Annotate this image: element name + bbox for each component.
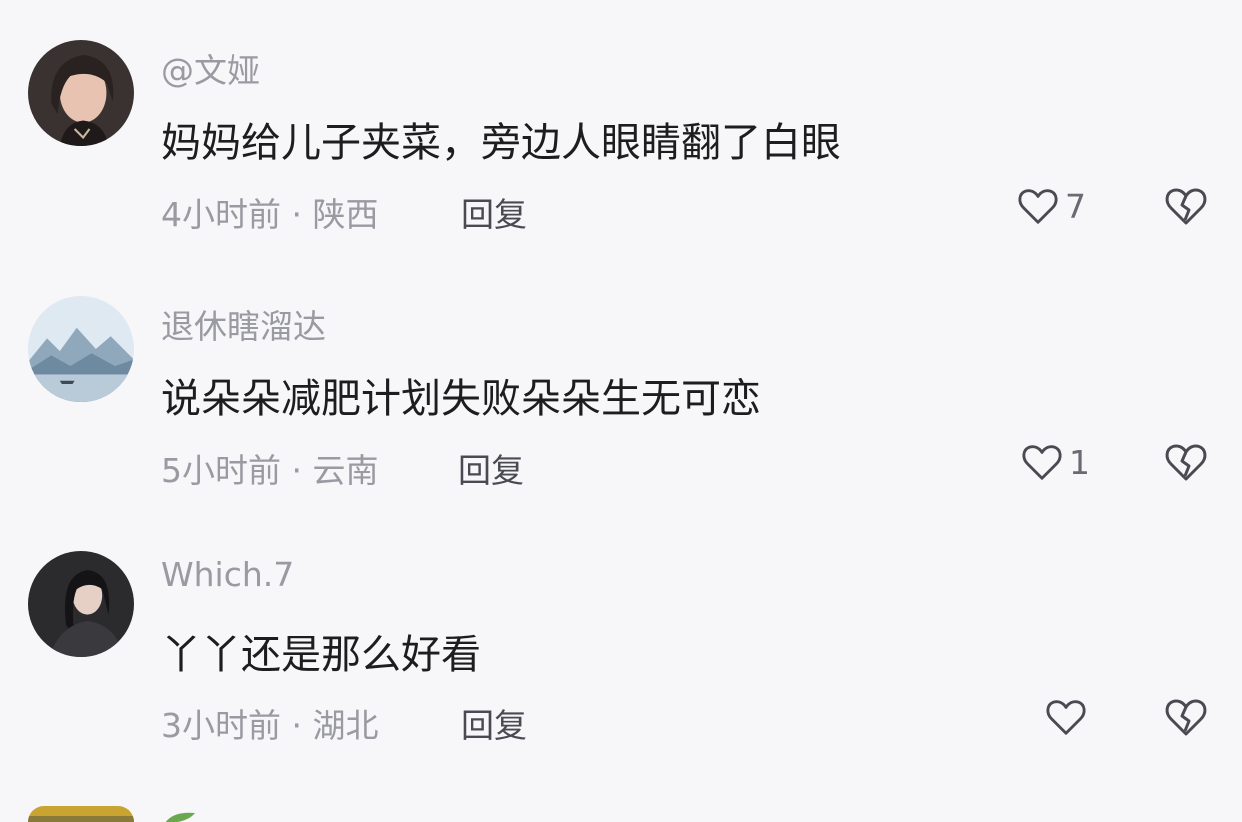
- comment-username[interactable]: @文娅: [161, 44, 260, 92]
- like-button[interactable]: 7: [1015, 183, 1086, 229]
- heart-outline-icon: [1022, 445, 1062, 480]
- meta-separator: ·: [291, 451, 303, 490]
- reply-button[interactable]: 回复: [461, 188, 527, 236]
- comment-location: 湖北: [312, 706, 379, 745]
- comment-username[interactable]: Which.7: [161, 555, 294, 594]
- avatar-image: [28, 551, 134, 657]
- comment-text: 丫丫还是那么好看: [161, 632, 481, 678]
- reply-button[interactable]: 回复: [458, 444, 524, 492]
- avatar[interactable]: [28, 40, 134, 146]
- avatar[interactable]: [28, 551, 134, 657]
- like-count: 7: [1065, 186, 1086, 226]
- broken-heart-icon: [1165, 699, 1207, 736]
- comment-username[interactable]: 退休瞎溜达: [161, 300, 326, 348]
- like-count: 1: [1069, 442, 1090, 482]
- broken-heart-icon: [1165, 188, 1207, 225]
- heart-outline-icon: [1046, 700, 1086, 735]
- like-button[interactable]: 1: [1019, 439, 1090, 485]
- avatar[interactable]: [28, 806, 134, 822]
- avatar[interactable]: [28, 296, 134, 402]
- comment-text: 妈妈给儿子夹菜，旁边人眼睛翻了白眼: [161, 120, 841, 166]
- comment-location: 云南: [312, 451, 379, 490]
- dislike-button[interactable]: [1162, 182, 1210, 230]
- comment-time: 5小时前: [161, 451, 281, 490]
- reply-button[interactable]: 回复: [461, 699, 527, 747]
- like-button[interactable]: [1043, 694, 1089, 740]
- comment-text: 说朵朵减肥计划失败朵朵生无可恋: [161, 376, 761, 422]
- leaf-icon: [163, 808, 197, 822]
- avatar-image: [28, 40, 134, 146]
- dislike-button[interactable]: [1162, 693, 1210, 741]
- comment-meta: 4小时前 · 陕西: [161, 188, 379, 236]
- comment-time: 4小时前: [161, 195, 281, 234]
- meta-separator: ·: [291, 195, 303, 234]
- comment-location: 陕西: [312, 195, 379, 234]
- dislike-button[interactable]: [1162, 438, 1210, 486]
- meta-separator: ·: [291, 706, 303, 745]
- heart-outline-icon: [1018, 189, 1058, 224]
- comment-meta: 3小时前 · 湖北: [161, 699, 379, 747]
- avatar-image: [28, 806, 134, 822]
- comment-meta: 5小时前 · 云南: [161, 444, 379, 492]
- avatar-image: [28, 296, 134, 402]
- comment-time: 3小时前: [161, 706, 281, 745]
- broken-heart-icon: [1165, 444, 1207, 481]
